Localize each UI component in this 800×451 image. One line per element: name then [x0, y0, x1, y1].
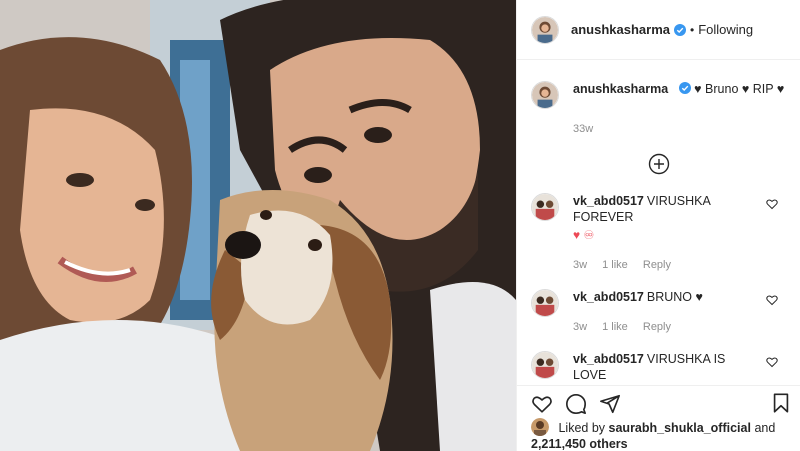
comment-username[interactable]: vk_abd0517 [573, 194, 644, 208]
liker-username[interactable]: saurabh_shukla_official [609, 421, 751, 435]
like-icon[interactable] [531, 393, 553, 415]
reply-button[interactable]: Reply [643, 259, 671, 271]
comment-body: vk_abd0517 BRUNO ♥ 3w 1 like Reply [573, 289, 749, 335]
comment-username[interactable]: vk_abd0517 [573, 290, 644, 304]
likes-count[interactable]: 2,211,450 others [531, 437, 628, 451]
instagram-post: anushkasharma • Following anushkasharma [0, 0, 800, 451]
liked-by-and: and [754, 421, 776, 435]
comment-icon[interactable] [565, 393, 587, 415]
load-more-comments[interactable] [531, 153, 786, 175]
comments-list[interactable]: anushkasharma ♥ Bruno ♥ RIP ♥ 33w vk_abd… [517, 61, 800, 379]
post-caption: anushkasharma ♥ Bruno ♥ RIP ♥ [531, 81, 786, 109]
comment-meta: 3w 1 like Reply [573, 257, 749, 273]
share-icon[interactable] [599, 393, 621, 415]
post-photo[interactable] [0, 0, 516, 451]
comment-like-icon[interactable] [766, 198, 778, 210]
load-more-icon[interactable] [648, 153, 670, 175]
comment-time[interactable]: 3w [573, 259, 587, 271]
action-bar [517, 385, 800, 421]
verified-icon [678, 82, 691, 94]
comment-time[interactable]: 3w [573, 321, 587, 333]
separator-dot: • [690, 22, 695, 37]
caption-time[interactable]: 33w [573, 123, 786, 135]
post-header: anushkasharma • Following [517, 0, 800, 60]
comment-item: vk_abd0517 BRUNO ♥ 3w 1 like Reply [531, 289, 786, 335]
comment-body: vk_abd0517VIRUSHKA IS LOVE ❣😮😮 [573, 351, 749, 379]
comment-likes[interactable]: 1 like [602, 259, 628, 271]
caption-avatar[interactable] [531, 81, 559, 109]
save-icon[interactable] [770, 392, 792, 414]
comment-likes[interactable]: 1 like [602, 321, 628, 333]
caption-body: anushkasharma ♥ Bruno ♥ RIP ♥ [573, 81, 784, 109]
verified-icon [674, 23, 686, 36]
caption-text: ♥ Bruno ♥ RIP ♥ [694, 82, 785, 96]
commenter-avatar[interactable] [531, 289, 559, 317]
caption-username[interactable]: anushkasharma [573, 82, 668, 96]
author-avatar[interactable] [531, 15, 559, 44]
comment-text: BRUNO ♥ [646, 290, 703, 304]
commenter-avatar[interactable] [531, 193, 559, 221]
likes-summary: Liked by saurabh_shukla_official and 2,2… [531, 418, 791, 451]
author-username[interactable]: anushkasharma [571, 22, 670, 37]
comment-item: vk_abd0517 VIRUSHKA FOREVER ♥ ♾ 3w 1 like… [531, 193, 786, 273]
comment-like-icon[interactable] [766, 356, 778, 368]
comment-username[interactable]: vk_abd0517 [573, 352, 644, 366]
liked-by-prefix: Liked by [558, 421, 606, 435]
post-side-panel: anushkasharma • Following anushkasharma [516, 0, 800, 451]
liker-avatar[interactable] [531, 418, 549, 436]
comment-meta: 3w 1 like Reply [573, 319, 749, 335]
comment-body: vk_abd0517 VIRUSHKA FOREVER ♥ ♾ 3w 1 like… [573, 193, 749, 273]
selfie-illustration [0, 0, 516, 451]
comment-item: vk_abd0517VIRUSHKA IS LOVE ❣😮😮 [531, 351, 786, 379]
following-button[interactable]: Following [698, 22, 753, 37]
comment-emoji: ♥ ♾ [573, 228, 595, 242]
comment-like-icon[interactable] [766, 294, 778, 306]
reply-button[interactable]: Reply [643, 321, 671, 333]
commenter-avatar[interactable] [531, 351, 559, 379]
